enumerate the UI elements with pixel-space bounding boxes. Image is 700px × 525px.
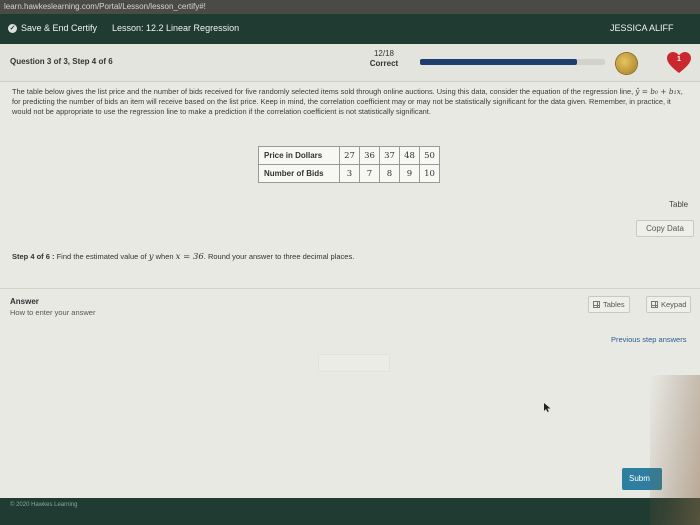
table-cell: 9 [399,164,420,183]
table-cell: 3 [339,164,360,183]
table-cell: 8 [379,164,400,183]
browser-url-bar[interactable]: learn.hawkeslearning.com/Portal/Lesson/l… [0,0,700,14]
table-cell: 50 [419,146,440,165]
how-to-enter-link[interactable]: How to enter your answer [10,308,95,317]
copy-data-button[interactable]: Copy Data [636,220,694,237]
keypad-button[interactable]: Keypad [646,296,692,313]
question-step-label: Question 3 of 3, Step 4 of 6 [10,57,113,66]
table-cell: 7 [359,164,380,183]
progress-bar-fill [420,59,578,65]
photo-edge-shadow [650,375,700,525]
table-row: Price in Dollars 27 36 37 48 50 [258,146,440,165]
table-grid-icon [593,301,600,308]
table-cell: 27 [339,146,360,165]
tables-button[interactable]: Tables [588,296,630,313]
question-text: The table below gives the list price and… [12,87,692,118]
user-name[interactable]: JESSICA ALIFF [610,23,674,33]
step-x-value: x = 36 [175,252,204,262]
row-header-bids: Number of Bids [258,164,340,183]
progress-bar [420,59,605,65]
keypad-label: Keypad [661,300,687,309]
question-text-part1: The table below gives the list price and… [12,87,636,96]
previous-step-answers-link[interactable]: Previous step answers [611,335,686,344]
step-text-b: when [153,252,176,261]
mouse-cursor-icon [544,403,551,412]
table-cell: 10 [419,164,440,183]
progress-strip: Question 3 of 3, Step 4 of 6 12/18 Corre… [0,44,700,82]
coin-icon [616,53,637,74]
copyright-text: © 2020 Hawkes Learning [10,502,78,508]
save-end-certify-button[interactable]: ✓ Save & End Certify [8,23,97,33]
save-end-certify-label: Save & End Certify [21,23,98,33]
table-row: Number of Bids 3 7 8 9 10 [258,164,440,183]
row-header-price: Price in Dollars [258,146,340,165]
score-fraction: 12/18 [373,49,395,58]
table-cell: 37 [379,146,400,165]
table-cell: 36 [359,146,380,165]
data-table: Price in Dollars 27 36 37 48 50 Number o… [258,146,440,183]
table-link[interactable]: Table [669,200,688,209]
table-cell: 48 [399,146,420,165]
step-text-a: Find the estimated value of [54,252,149,261]
score-status: Correct [369,59,399,68]
save-icon: ✓ [8,23,17,33]
heart-count: 1 [677,56,681,63]
lesson-title: Lesson: 12.2 Linear Regression [112,23,240,33]
answer-input[interactable] [318,354,390,372]
answer-label: Answer [10,297,39,306]
divider [0,288,700,289]
regression-equation: ŷ = b₀ + b₁x [635,87,681,96]
top-nav: ✓ Save & End Certify Lesson: 12.2 Linear… [0,14,700,44]
heart-icon [667,52,691,73]
score-display: 12/18 Correct [362,49,406,69]
step-text-c: . Round your answer to three decimal pla… [203,252,355,261]
tables-label: Tables [603,300,625,309]
url-text: learn.hawkeslearning.com/Portal/Lesson/l… [4,2,206,11]
keypad-icon [651,301,658,308]
step-instruction: Step 4 of 6 : Find the estimated value o… [12,252,354,262]
footer: © 2020 Hawkes Learning [0,498,700,525]
step-prefix: Step 4 of 6 : [12,252,55,261]
